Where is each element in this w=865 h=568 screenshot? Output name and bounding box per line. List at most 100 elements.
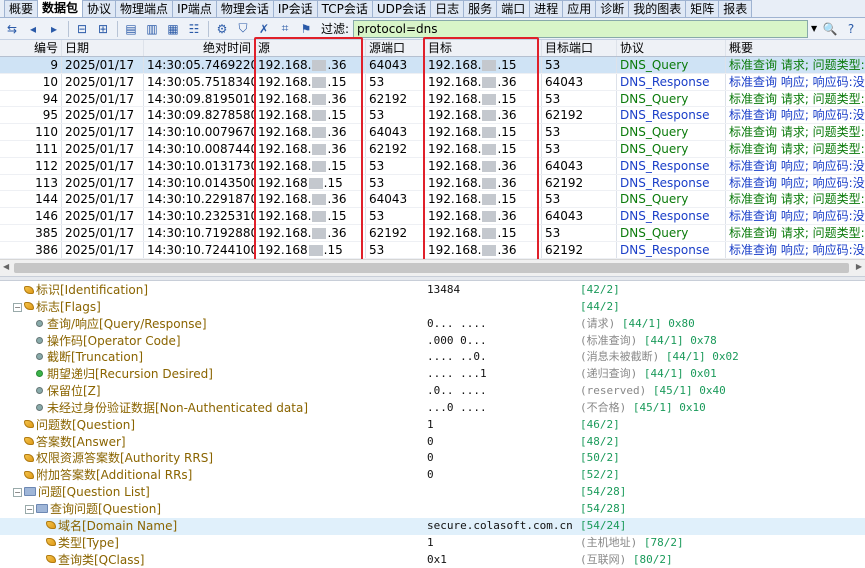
cell-time: 14:30:10.008744000 bbox=[144, 140, 255, 157]
tree-node[interactable]: 保留位[Z] .0.. .... (reserved) [45/1] 0x40 bbox=[0, 383, 865, 400]
folder-icon bbox=[36, 503, 48, 513]
filter-input[interactable] bbox=[353, 19, 809, 38]
cell-source-port: 64043 bbox=[366, 124, 425, 140]
cell-date: 2025/01/17 bbox=[62, 241, 144, 258]
tab-1[interactable]: 数据包 bbox=[37, 0, 84, 17]
tree-node-label: 标志[Flags] bbox=[36, 299, 101, 314]
tree-node[interactable]: 查询/响应[Query/Response] 0... .... (请求) [44/1… bbox=[0, 316, 865, 333]
column-header-destination-port[interactable]: 目标端口 bbox=[542, 40, 617, 56]
list-view-icon[interactable]: ▤ bbox=[121, 20, 141, 38]
tree-node[interactable]: − 问题[Question List] [54/28] bbox=[0, 484, 865, 501]
detail-view-icon[interactable]: ▥ bbox=[142, 20, 162, 38]
tree-node[interactable]: 问题数[Question] 1 [46/2] bbox=[0, 417, 865, 434]
filter-icon[interactable]: ⛉ bbox=[233, 20, 253, 38]
tab-6[interactable]: IP会话 bbox=[272, 0, 318, 17]
cell-time: 14:30:09.827858000 bbox=[144, 107, 255, 124]
column-header-date[interactable]: 日期 bbox=[62, 40, 144, 56]
tab-11[interactable]: 端口 bbox=[496, 0, 531, 17]
tab-7[interactable]: TCP会话 bbox=[316, 0, 373, 17]
tab-0[interactable]: 概要 bbox=[4, 0, 39, 17]
field-icon bbox=[24, 453, 34, 462]
cell-summary: 标准查询 响应; 响应码:没有错 bbox=[729, 74, 865, 89]
tab-9[interactable]: 日志 bbox=[430, 0, 465, 17]
tree-node-detail: (标准查询) [44/1] 0x78 bbox=[580, 333, 717, 350]
tree-node-mask: 0x10 bbox=[679, 400, 706, 414]
tree-node[interactable]: 查询类[QClass] 0x1 (互联网) [80/2] bbox=[0, 552, 865, 568]
back-icon[interactable]: ◂ bbox=[23, 20, 43, 38]
tab-10[interactable]: 服务 bbox=[463, 0, 498, 17]
cell-date: 2025/01/17 bbox=[62, 157, 144, 174]
bookmark-icon[interactable]: ⚑ bbox=[296, 20, 316, 38]
tree-node[interactable]: 标识[Identification] 13484 [42/2] bbox=[0, 282, 865, 299]
tree-node-value: .000 0... bbox=[427, 333, 487, 347]
tab-12[interactable]: 进程 bbox=[529, 0, 564, 17]
tree-node-label: 附加答案数[Additional RRs] bbox=[36, 468, 193, 483]
tree-node-mask: 0x40 bbox=[699, 384, 726, 398]
cell-destination-port: 64043 bbox=[542, 208, 617, 224]
cell-date: 2025/01/17 bbox=[62, 224, 144, 241]
column-header-no[interactable]: 编号 bbox=[0, 40, 62, 56]
tab-4[interactable]: IP端点 bbox=[172, 0, 217, 17]
tree-node[interactable]: 域名[Domain Name] secure.colasoft.com.cn [54… bbox=[0, 517, 865, 535]
help-icon[interactable]: ? bbox=[841, 20, 861, 38]
tree-node-detail: (reserved) [45/1] 0x40 bbox=[580, 383, 726, 400]
column-header-protocol[interactable]: 协议 bbox=[617, 40, 726, 56]
tree-node[interactable]: 权限资源答案数[Authority RRS] 0 [50/2] bbox=[0, 450, 865, 467]
columns-icon[interactable]: ☷ bbox=[184, 20, 204, 38]
first-packet-icon[interactable]: ⊟ bbox=[72, 20, 92, 38]
forward-icon[interactable]: ▸ bbox=[44, 20, 64, 38]
scroll-left-icon[interactable]: ◀ bbox=[3, 262, 9, 271]
source-column-highlight bbox=[254, 37, 363, 263]
remove-filter-icon[interactable]: ✗ bbox=[254, 20, 274, 38]
scroll-right-icon[interactable]: ▶ bbox=[856, 262, 862, 271]
tree-node-mask: 0x01 bbox=[690, 367, 717, 381]
tree-node[interactable]: 未经过身份验证数据[Non-Authenticated data] ...0 ..… bbox=[0, 400, 865, 417]
tab-2[interactable]: 协议 bbox=[82, 0, 117, 17]
cell-date: 2025/01/17 bbox=[62, 57, 144, 73]
tree-node[interactable]: 答案数[Answer] 0 [48/2] bbox=[0, 434, 865, 451]
tree-node[interactable]: 类型[Type] 1 (主机地址) [78/2] bbox=[0, 535, 865, 552]
last-packet-icon[interactable]: ⊞ bbox=[93, 20, 113, 38]
tree-node-name: 操作码[Operator Code] bbox=[36, 333, 181, 350]
cell-source-port: 62192 bbox=[366, 224, 425, 241]
scrollbar-thumb[interactable] bbox=[14, 263, 849, 273]
tree-node[interactable]: − 查询问题[Question] [54/28] bbox=[0, 501, 865, 518]
settings-icon[interactable]: ⚙ bbox=[212, 20, 232, 38]
column-header-source-port[interactable]: 源端口 bbox=[366, 40, 425, 56]
chevron-down-icon[interactable]: ▼ bbox=[808, 20, 820, 38]
collapse-icon[interactable]: − bbox=[13, 302, 22, 312]
tree-node[interactable]: 操作码[Operator Code] .000 0... (标准查询) [44/1]… bbox=[0, 333, 865, 350]
decode-icon[interactable]: ⇆ bbox=[2, 20, 22, 38]
column-header-summary[interactable]: 概要 bbox=[726, 40, 865, 56]
tab-3[interactable]: 物理端点 bbox=[115, 0, 174, 17]
pane-splitter[interactable] bbox=[0, 276, 865, 281]
cell-no: 112 bbox=[0, 157, 62, 174]
tab-15[interactable]: 我的图表 bbox=[628, 0, 687, 17]
tab-8[interactable]: UDP会话 bbox=[371, 0, 432, 17]
cell-summary: 标准查询 响应; 响应码:没有错 bbox=[729, 242, 865, 257]
tab-14[interactable]: 诊断 bbox=[595, 0, 630, 17]
tag-icon[interactable]: ⌗ bbox=[275, 20, 295, 38]
tree-node-detail: [46/2] bbox=[580, 417, 620, 434]
column-header-time[interactable]: 绝对时间 bbox=[144, 40, 255, 56]
collapse-icon[interactable]: − bbox=[13, 488, 22, 498]
search-icon[interactable]: 🔍 bbox=[820, 20, 840, 38]
tab-5[interactable]: 物理会话 bbox=[215, 0, 274, 17]
tree-node[interactable]: 期望递归[Recursion Desired] .... ...1 (递归查询) [… bbox=[0, 366, 865, 383]
tree-node-desc: (递归查询) bbox=[580, 367, 638, 381]
tree-node[interactable]: 截断[Truncation] .... ..0. (消息未被截断) [44/1] 0… bbox=[0, 349, 865, 366]
collapse-icon[interactable]: − bbox=[25, 504, 34, 514]
tab-16[interactable]: 矩阵 bbox=[685, 0, 720, 17]
field-icon bbox=[24, 470, 34, 479]
tree-node-mask: 0x78 bbox=[690, 333, 717, 347]
tree-node[interactable]: − 标志[Flags] [44/2] bbox=[0, 299, 865, 316]
tab-17[interactable]: 报表 bbox=[718, 0, 753, 17]
cell-time: 14:30:10.007967000 bbox=[144, 124, 255, 140]
tab-13[interactable]: 应用 bbox=[562, 0, 597, 17]
horizontal-scrollbar[interactable]: ◀ ▶ bbox=[0, 259, 865, 276]
tree-node[interactable]: 附加答案数[Additional RRs] 0 [52/2] bbox=[0, 467, 865, 484]
hex-view-icon[interactable]: ▦ bbox=[163, 20, 183, 38]
tree-node-mask: 0x80 bbox=[668, 316, 695, 330]
tree-node-offset: [42/2] bbox=[580, 283, 620, 296]
tree-node-offset: [54/24] bbox=[580, 518, 627, 532]
